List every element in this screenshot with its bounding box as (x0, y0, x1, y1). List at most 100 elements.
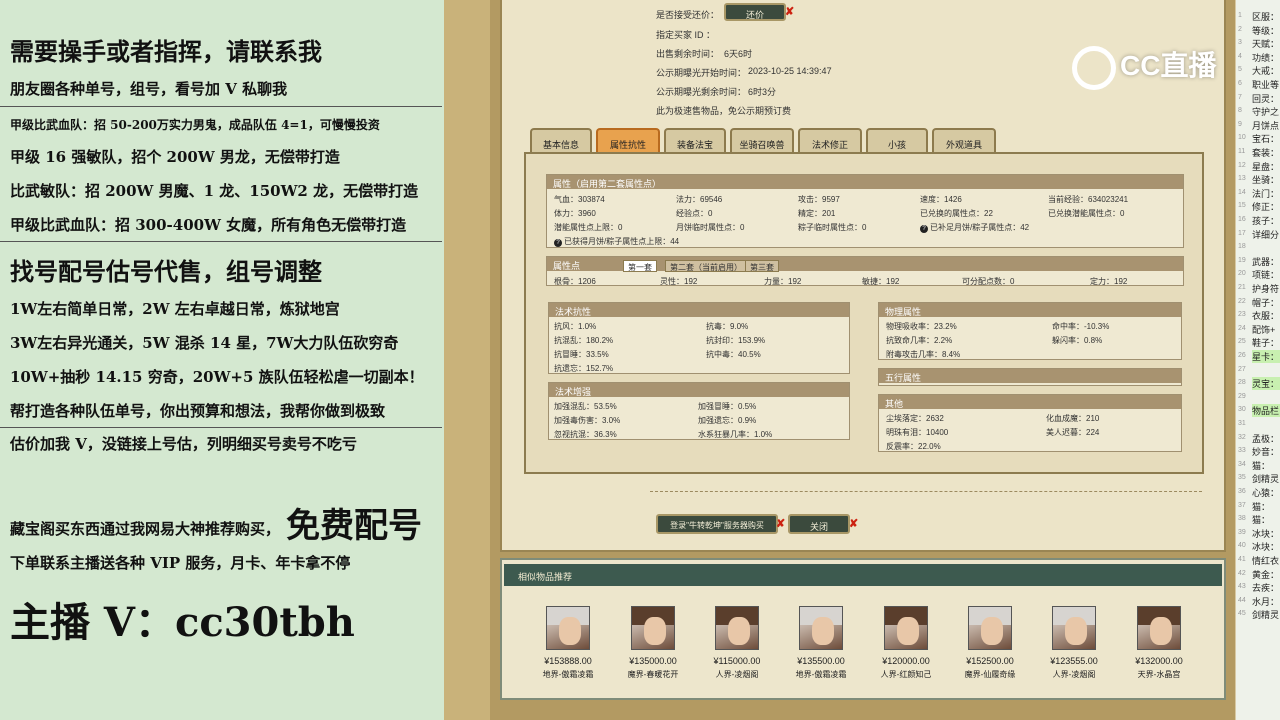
sheet-cell[interactable]: 物品栏 (1252, 404, 1280, 418)
sheet-cell[interactable]: 功绩： (1252, 51, 1279, 64)
recommend-item[interactable]: ¥132000.00 天界-水晶宫 (1114, 606, 1204, 680)
sheet-cell[interactable]: 职业等 (1252, 78, 1279, 91)
row-number: 29 (1238, 392, 1246, 400)
recommend-item[interactable]: ¥120000.00 人界-红颜知己 (861, 606, 951, 680)
sheet-cell[interactable]: 配饰+ (1252, 323, 1275, 336)
expose-start-value: 2023-10-25 14:39:47 (748, 66, 832, 76)
divider (0, 241, 442, 242)
recommend-item[interactable]: ¥135000.00 魔界-春暖花开 (608, 606, 698, 680)
sheet-cell[interactable]: 猫： (1252, 500, 1270, 513)
background-strip (444, 0, 490, 720)
sheet-cell[interactable]: 妙音： (1252, 445, 1279, 458)
tab-children[interactable]: 小孩 (866, 128, 928, 154)
sheet-cell[interactable]: 武器： (1252, 255, 1279, 268)
sheet-cell[interactable]: 情红衣 (1252, 554, 1279, 567)
row-number: 42 (1238, 569, 1246, 577)
sheet-cell[interactable]: 修正： (1252, 200, 1279, 213)
item-server: 地界-傲霜凌霜 (795, 670, 847, 679)
physical-cell: 附毒攻击几率：8.4% (886, 350, 961, 359)
recommend-item[interactable]: ¥152500.00 魔界-仙履奇缘 (945, 606, 1035, 680)
attr-cell: 经验点：0 (676, 209, 713, 218)
row-number: 17 (1238, 229, 1246, 237)
resist-cell: 抗风：1.0% (554, 322, 597, 331)
attribute-section-title: 属性（启用第二套属性点） (547, 175, 1183, 189)
recommend-item[interactable]: ¥123555.00 人界-凌烟阁 (1029, 606, 1119, 680)
tab-attributes[interactable]: 属性抗性 (596, 128, 660, 154)
sheet-cell[interactable]: 月饼点 (1252, 119, 1279, 132)
item-server: 人界-凌烟阁 (715, 670, 759, 679)
sheet-cell[interactable]: 剑精灵 (1252, 608, 1279, 621)
sheet-cell[interactable]: 孩子： (1252, 214, 1279, 227)
sheet-cell[interactable]: 项链： (1252, 268, 1279, 281)
counter-offer-button[interactable]: 还价 (724, 3, 786, 21)
row-number: 31 (1238, 420, 1246, 427)
stream-logo: CC直播 (1072, 44, 1216, 90)
tab-spell-correction[interactable]: 法术修正 (798, 128, 862, 154)
close-button[interactable]: 关闭 (788, 514, 850, 534)
help-icon[interactable]: ? (554, 239, 562, 247)
sheet-cell[interactable]: 守护之 (1252, 105, 1279, 118)
row-number: 32 (1238, 433, 1246, 441)
sheet-cell[interactable]: 回灵： (1252, 92, 1279, 105)
sheet-cell[interactable]: 套装： (1252, 146, 1279, 159)
sheet-cell[interactable]: 衣服： (1252, 309, 1279, 322)
subtab-set-1[interactable]: 第一套 (623, 260, 657, 272)
sheet-cell[interactable]: 心猿： (1252, 486, 1279, 499)
other-title: 其他 (879, 395, 1181, 409)
row-number: 13 (1238, 175, 1246, 183)
subtab-set-3[interactable]: 第三套 (745, 260, 779, 272)
sheet-cell[interactable]: 黄金： (1252, 568, 1279, 581)
sheet-cell[interactable]: 灵宝： (1252, 377, 1280, 391)
promo-line: 帮打造各种队伍单号，你出预算和想法，我帮你做到极致 (10, 402, 386, 420)
sheet-cell[interactable]: 冰块： (1252, 527, 1279, 540)
sheet-cell[interactable]: 猫： (1252, 459, 1270, 472)
sheet-cell[interactable]: 详细分 (1252, 228, 1279, 241)
sheet-cell[interactable]: 护身符 (1252, 282, 1279, 295)
attr-cell: 体力：3960 (554, 209, 596, 218)
resist-cell: 抗毒：9.0% (706, 322, 749, 331)
boost-cell: 忽视抗混：36.3% (554, 430, 617, 439)
sheet-cell[interactable]: 猫： (1252, 513, 1270, 526)
tab-equipment[interactable]: 装备法宝 (664, 128, 726, 154)
sheet-cell[interactable]: 星盘： (1252, 160, 1279, 173)
recommend-item[interactable]: ¥135500.00 地界-傲霜凌霜 (776, 606, 866, 680)
sheet-cell[interactable]: 法门： (1252, 187, 1279, 200)
recommend-item[interactable]: ¥115000.00 人界-凌烟阁 (692, 606, 782, 680)
subtab-set-2[interactable]: 第二套（当前启用） (665, 260, 747, 272)
attr-cell-text: 已补足月饼/粽子属性点：42 (930, 223, 1030, 232)
help-icon[interactable]: ? (920, 225, 928, 233)
tab-appearance[interactable]: 外观道具 (932, 128, 996, 154)
physical-title: 物理属性 (879, 303, 1181, 317)
close-icon: ✘ (785, 6, 795, 18)
sheet-cell[interactable]: 鞋子： (1252, 336, 1279, 349)
sheet-cell[interactable]: 大戒： (1252, 64, 1279, 77)
sheet-cell[interactable]: 帽子： (1252, 296, 1279, 309)
sheet-cell[interactable]: 宝石： (1252, 132, 1279, 145)
attr-cell: 当前经验：634023241 (1048, 195, 1129, 204)
sheet-cell[interactable]: 天赋： (1252, 37, 1279, 50)
sheet-cell[interactable]: 冰块： (1252, 540, 1279, 553)
sheet-cell[interactable]: 星卡： (1252, 350, 1280, 363)
attr-cell: 已兑换潜能属性点：0 (1048, 209, 1125, 218)
sheet-cell[interactable]: 去疾： (1252, 581, 1279, 594)
tab-basic-info[interactable]: 基本信息 (530, 128, 592, 154)
sheet-cell[interactable]: 剑精灵 (1252, 472, 1279, 485)
login-server-buy-button[interactable]: 登录"牛转乾坤"服务器购买 (656, 514, 778, 534)
promo-line: 藏宝阁买东西通过我网易大神推荐购买， (10, 520, 281, 538)
row-number: 34 (1238, 460, 1246, 468)
row-number: 5 (1238, 66, 1242, 74)
sheet-cell[interactable]: 区服： (1252, 10, 1279, 23)
sheet-cell[interactable]: 水月： (1252, 595, 1279, 608)
sheet-cell[interactable]: 孟极： (1252, 432, 1279, 445)
recommend-item[interactable]: ¥153888.00 地界-傲霜凌霜 (523, 606, 613, 680)
sheet-cell[interactable]: 坐骑： (1252, 173, 1279, 186)
expose-start-label: 公示期曝光开始时间： (656, 68, 747, 78)
promo-line: 甲级比武血队：招 300-400W 女魔，所有角色无偿带打造 (10, 216, 407, 234)
sheet-cell[interactable]: 等级： (1252, 24, 1279, 37)
row-number: 20 (1238, 270, 1246, 278)
row-number: 16 (1238, 216, 1246, 223)
tab-mounts-pets[interactable]: 坐骑召唤兽 (730, 128, 794, 154)
row-number: 33 (1238, 447, 1246, 455)
item-server: 天界-水晶宫 (1137, 670, 1181, 679)
divider (650, 491, 1202, 492)
